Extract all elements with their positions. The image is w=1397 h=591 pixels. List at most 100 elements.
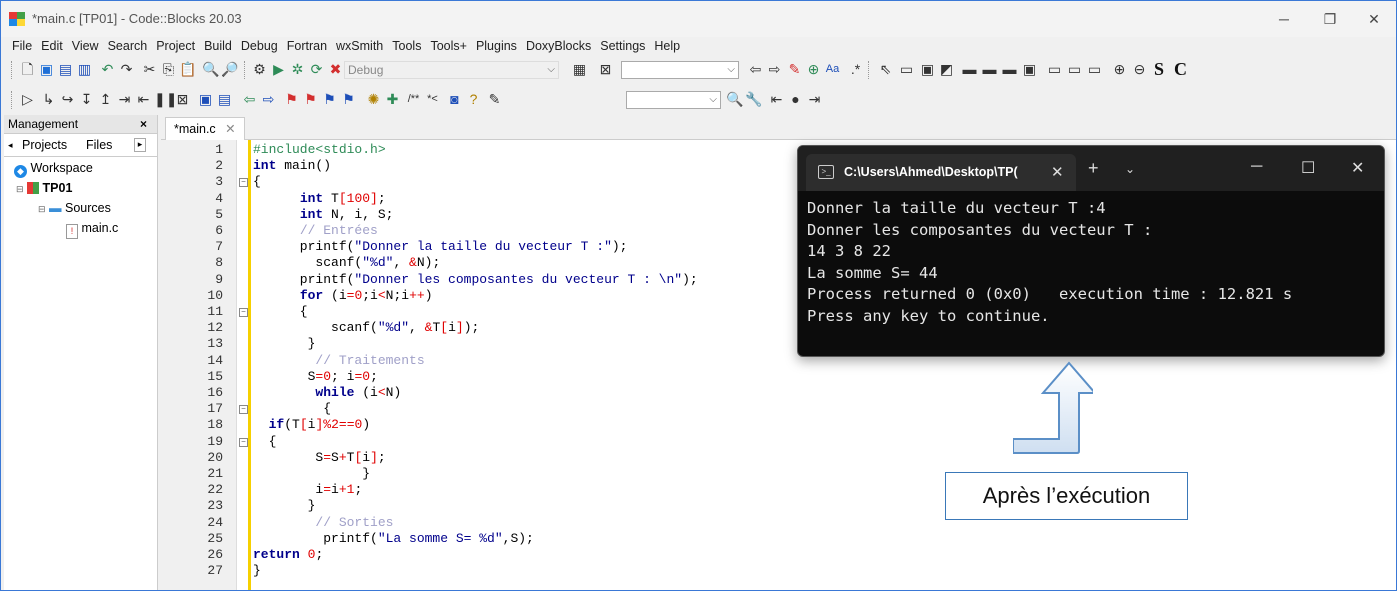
toggle-dot-icon[interactable]: ● [787, 91, 804, 108]
run-icon[interactable]: ▶ [270, 61, 287, 78]
toolbar-grip[interactable] [11, 61, 15, 79]
collapse-icon[interactable]: ⊟ [16, 184, 24, 194]
forward-icon[interactable]: ⇨ [766, 61, 783, 78]
scroll-left-icon[interactable]: ◂ [8, 140, 13, 151]
layout-icon[interactable]: ▣ [1021, 61, 1038, 78]
fold-toggle-icon[interactable]: − [239, 178, 248, 188]
next-instruction-icon[interactable]: ⇥ [116, 91, 133, 108]
menu-plugins[interactable]: Plugins [467, 37, 517, 55]
html-icon[interactable]: ◙ [446, 91, 463, 108]
restore-button[interactable]: ❐ [1312, 7, 1348, 31]
save-all-icon[interactable]: ▥ [76, 61, 93, 78]
save-icon[interactable]: ▤ [57, 61, 74, 78]
menu-fortran[interactable]: Fortran [278, 37, 327, 55]
fold-toggle-icon[interactable]: − [239, 437, 248, 447]
toolbar-grip[interactable] [11, 91, 15, 109]
shape-icon[interactable]: ▭ [1066, 61, 1083, 78]
step-out-icon[interactable]: ↥ [97, 91, 114, 108]
console-minimize-button[interactable]: ─ [1251, 158, 1262, 176]
close-icon[interactable]: × [140, 115, 147, 133]
next-bookmark-icon[interactable]: ⚑ [321, 91, 338, 108]
paste-icon[interactable]: 📋 [179, 61, 196, 78]
console-maximize-button[interactable]: ☐ [1301, 158, 1315, 178]
doxywizard-icon[interactable]: ✺ [365, 91, 382, 108]
tool-icon[interactable]: ✎ [486, 91, 503, 108]
block-comment-icon[interactable]: /** [405, 91, 422, 108]
run-to-cursor-icon[interactable]: ↳ [40, 91, 57, 108]
menu-view[interactable]: View [63, 37, 99, 55]
menu-help[interactable]: Help [645, 37, 680, 55]
jump-back-icon[interactable]: ⇦ [241, 91, 258, 108]
pointer-icon[interactable]: ⇖ [877, 61, 894, 78]
close-tab-icon[interactable]: ✕ [1051, 163, 1064, 181]
tab-projects[interactable]: Projects [22, 138, 67, 152]
fold-toggle-icon[interactable]: − [239, 308, 248, 317]
jump-forward-icon[interactable]: ⇨ [260, 91, 277, 108]
zoom-in-icon[interactable]: ⊕ [1111, 61, 1128, 78]
menu-edit[interactable]: Edit [32, 37, 63, 55]
cut-icon[interactable]: ✂ [141, 61, 158, 78]
menu-search[interactable]: Search [99, 37, 148, 55]
step-into-icon[interactable]: ↧ [78, 91, 95, 108]
replace-icon[interactable]: 🔎 [221, 61, 238, 78]
collapse-icon[interactable]: ⊟ [38, 204, 46, 214]
selection-icon[interactable]: ⊕ [805, 61, 822, 78]
toolbar-grip[interactable] [244, 61, 248, 79]
find-declaration-icon[interactable]: 🔧 [745, 91, 762, 108]
tab-main-c[interactable]: *main.c ✕ [165, 117, 245, 140]
new-file-icon[interactable]: 🗋 [19, 61, 36, 78]
build-run-icon[interactable]: ✲ [289, 61, 306, 78]
redo-icon[interactable]: ↷ [118, 61, 135, 78]
menu-doxyblocks[interactable]: DoxyBlocks [517, 37, 591, 55]
menu-debug[interactable]: Debug [232, 37, 278, 55]
bookmark-icon[interactable]: ⚑ [283, 91, 300, 108]
next-line-icon[interactable]: ↪ [59, 91, 76, 108]
scope-combo[interactable]: ⌵ [626, 91, 721, 109]
menu-file[interactable]: File [1, 37, 32, 55]
debug-windows-icon[interactable]: ▣ [197, 91, 214, 108]
s-button[interactable]: S [1154, 59, 1164, 80]
menu-project[interactable]: Project [147, 37, 195, 55]
rebuild-icon[interactable]: ⟳ [308, 61, 325, 78]
code-completion-combo[interactable]: ⌵ [621, 61, 739, 79]
zoom-out-icon[interactable]: ⊖ [1131, 61, 1148, 78]
line-comment-icon[interactable]: *< [424, 91, 441, 108]
debug-run-icon[interactable]: ▷ [19, 91, 36, 108]
image-icon[interactable]: ▣ [919, 61, 936, 78]
shape-icon[interactable]: ▭ [1086, 61, 1103, 78]
scroll-right-icon[interactable]: ▸ [134, 138, 146, 152]
menu-build[interactable]: Build [195, 37, 232, 55]
open-icon[interactable]: ▣ [38, 61, 55, 78]
goto-start-icon[interactable]: ⇤ [768, 91, 785, 108]
abort-icon[interactable]: ✖ [327, 61, 344, 78]
menu-wxsmith[interactable]: wxSmith [327, 37, 383, 55]
menu-settings[interactable]: Settings [591, 37, 645, 55]
console-tab[interactable]: >_ C:\Users\Ahmed\Desktop\TP( ✕ [806, 154, 1076, 191]
layout-icon[interactable]: ▬ [981, 61, 998, 78]
step-instruction-icon[interactable]: ⇤ [135, 91, 152, 108]
rect-icon[interactable]: ▭ [898, 61, 915, 78]
copy-icon[interactable]: ⎘ [160, 61, 177, 78]
shape-icon[interactable]: ▭ [1046, 61, 1063, 78]
stop-icon[interactable]: ⊠ [174, 91, 191, 108]
new-tab-icon[interactable]: + [1088, 158, 1099, 179]
file-node[interactable]: ! main.c [66, 221, 118, 239]
chevron-down-icon[interactable]: ⌄ [1125, 162, 1135, 176]
highlight-icon[interactable]: ✎ [786, 61, 803, 78]
clear-bookmarks-icon[interactable]: ⚑ [340, 91, 357, 108]
extract-icon[interactable]: ✚ [384, 91, 401, 108]
layout-icon[interactable]: ▬ [1001, 61, 1018, 78]
find-icon[interactable]: 🔍 [202, 61, 219, 78]
image-edit-icon[interactable]: ◩ [938, 61, 955, 78]
close-icon[interactable]: ⊠ [597, 61, 614, 78]
help-icon[interactable]: ? [465, 91, 482, 108]
match-case-icon[interactable]: Aa [824, 61, 841, 78]
back-icon[interactable]: ⇦ [747, 61, 764, 78]
console-close-button[interactable]: ✕ [1351, 158, 1364, 178]
c-button[interactable]: C [1174, 59, 1187, 80]
build-icon[interactable]: ⚙ [251, 61, 268, 78]
search-symbol-icon[interactable]: 🔍 [726, 91, 743, 108]
layout-icon[interactable]: ▬ [961, 61, 978, 78]
pause-icon[interactable]: ❚❚ [154, 91, 177, 108]
build-target-select[interactable]: Debug ⌵ [344, 61, 559, 79]
